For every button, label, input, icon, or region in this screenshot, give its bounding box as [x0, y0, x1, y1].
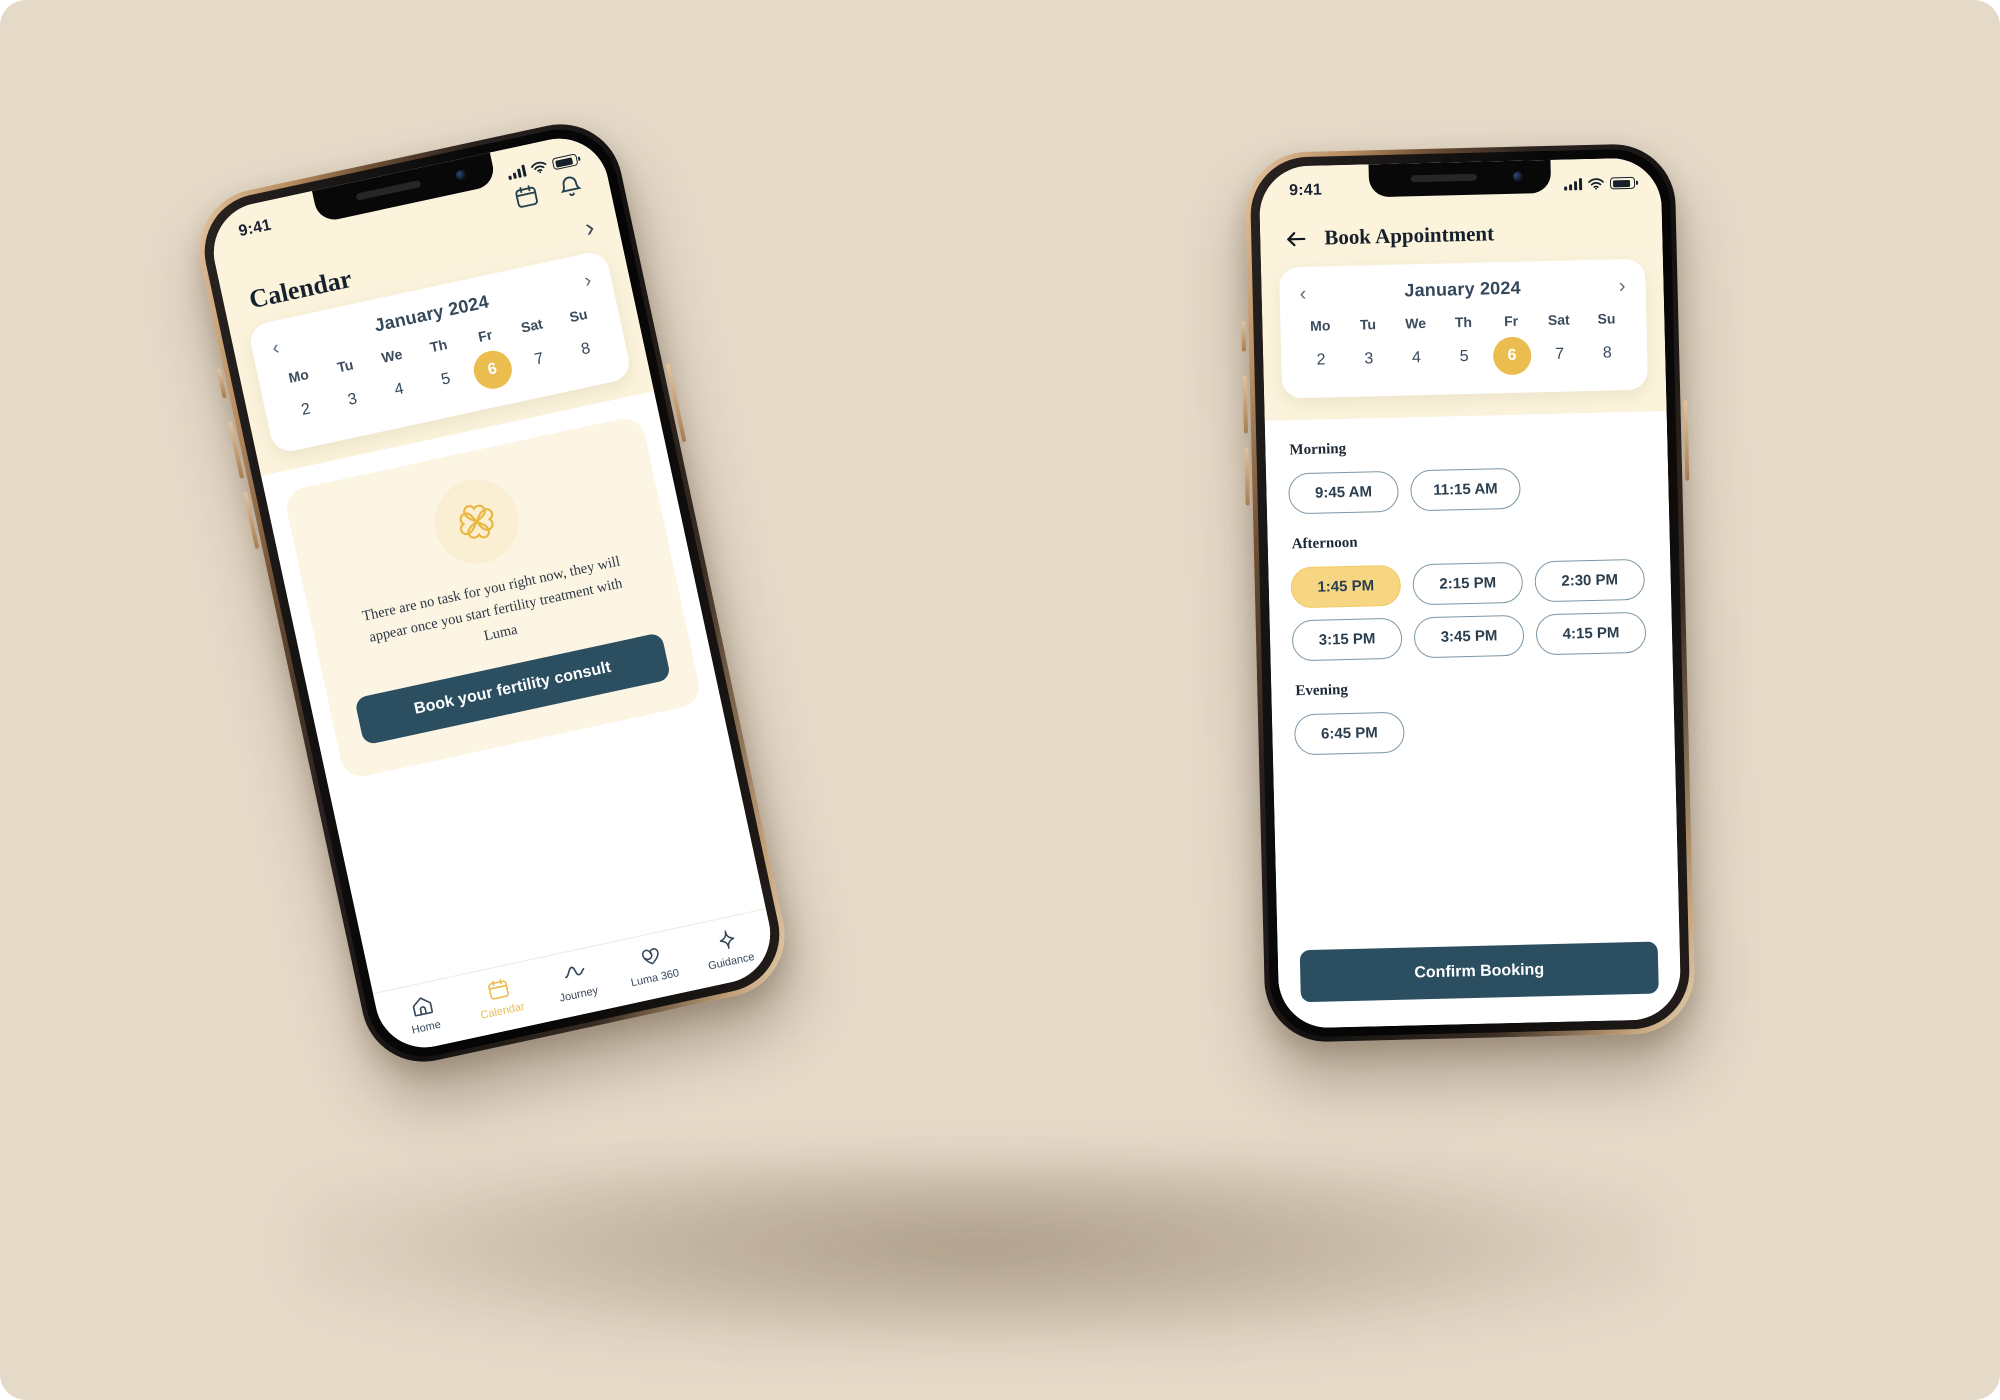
time-slot[interactable]: 2:15 PM: [1412, 561, 1524, 606]
chevron-left-icon[interactable]: ‹: [270, 336, 281, 359]
time-slot[interactable]: 6:45 PM: [1293, 711, 1405, 756]
time-slot-selected[interactable]: 1:45 PM: [1290, 564, 1402, 609]
phone-calendar-screen: 9:41 Calendar › ‹ January 2024 › Mo Tu W…: [187, 112, 797, 1074]
calendar-month-label: January 2024: [1404, 277, 1522, 301]
booking-header-area: 9:41 Book Appointment ‹ January 2024 › M…: [1258, 157, 1667, 421]
date-pill[interactable]: 5: [423, 357, 468, 402]
wifi-icon: [1588, 178, 1604, 190]
phone-bezel: 9:41: [1249, 148, 1691, 1038]
time-slot[interactable]: 3:15 PM: [1291, 617, 1403, 662]
date-pill[interactable]: 5: [1445, 338, 1484, 377]
date-cell[interactable]: 7: [1535, 335, 1584, 374]
date-pill[interactable]: 2: [1302, 341, 1341, 380]
chevron-right-icon[interactable]: ›: [582, 269, 593, 292]
time-slot[interactable]: 3:45 PM: [1413, 614, 1525, 659]
calendar-icon: [484, 976, 511, 1003]
weekday-label: Su: [1597, 310, 1616, 327]
tab-label: Calendar: [479, 1000, 526, 1022]
phone-bezel: 9:41: [193, 118, 791, 1068]
heart-loop-icon: [637, 943, 664, 970]
cellular-bars-icon: [1564, 178, 1583, 191]
weekday-label: Sat: [1547, 311, 1570, 329]
weekday-label: Th: [1454, 313, 1473, 331]
empty-state-card: There are no task for you right now, the…: [282, 414, 704, 781]
time-slot[interactable]: 9:45 AM: [1288, 470, 1399, 515]
date-pill[interactable]: 2: [283, 388, 328, 433]
calendar-strip-card-right: ‹ January 2024 › Mo Tu We Th Fr Sat Su 2345678: [1278, 258, 1649, 399]
date-pill[interactable]: 3: [1349, 340, 1388, 379]
tab-guidance[interactable]: Guidance: [686, 920, 771, 976]
time-slot[interactable]: 2:30 PM: [1534, 558, 1646, 603]
mute-switch[interactable]: [216, 368, 227, 399]
date-pill[interactable]: 7: [1540, 335, 1579, 374]
date-cell[interactable]: 3: [1345, 340, 1394, 379]
tab-luma-360[interactable]: Luma 360: [610, 937, 695, 993]
chevron-left-icon[interactable]: ‹: [1299, 282, 1306, 304]
section-evening: Evening 6:45 PM: [1293, 675, 1653, 756]
date-cell[interactable]: 2: [1297, 341, 1346, 380]
date-pill[interactable]: 4: [1397, 339, 1436, 378]
sparkle-icon: [713, 926, 740, 953]
volume-up-button[interactable]: [1242, 375, 1249, 434]
journey-wave-icon: [560, 959, 587, 986]
arrow-left-icon[interactable]: [1284, 226, 1309, 251]
home-icon: [408, 992, 435, 1019]
power-button[interactable]: [1683, 400, 1690, 481]
date-pill[interactable]: 8: [1588, 334, 1627, 373]
time-slot[interactable]: 11:15 AM: [1409, 467, 1521, 512]
status-time: 9:41: [237, 216, 273, 241]
tab-label: Journey: [558, 984, 600, 1005]
page-title: Book Appointment: [1323, 221, 1495, 250]
date-pill[interactable]: 8: [563, 327, 608, 372]
tab-label: Luma 360: [629, 967, 681, 990]
tab-home[interactable]: Home: [381, 986, 466, 1042]
date-cell[interactable]: 8: [1583, 334, 1632, 373]
wifi-icon: [531, 161, 547, 174]
screen-right: 9:41 Book Appointment ‹ January 2024 › M…: [1258, 157, 1682, 1029]
section-label: Afternoon: [1291, 534, 1358, 553]
mute-switch[interactable]: [1241, 321, 1247, 352]
slot-grid: 1:45 PM 2:15 PM 2:30 PM 3:15 PM 3:45 PM 4:15 …: [1290, 558, 1650, 662]
phone-booking-screen: 9:41 Book Appointment ‹ January 2024 › M…: [1241, 142, 1696, 1044]
date-cell[interactable]: 6: [1488, 336, 1537, 376]
date-cell[interactable]: 5: [1440, 337, 1489, 376]
date-cell[interactable]: 4: [1392, 339, 1441, 378]
weekday-label: Mo: [1309, 317, 1331, 334]
battery-icon: [551, 153, 579, 171]
date-pill[interactable]: 3: [330, 378, 375, 423]
confirm-booking-button[interactable]: Confirm Booking: [1299, 941, 1659, 1003]
time-slot-sections: Morning 9:45 AM 11:15 AM Afternoon 1:45 PM 2:…: [1264, 411, 1680, 947]
battery-icon: [1609, 176, 1636, 190]
tab-label: Home: [410, 1018, 442, 1037]
screen-left: 9:41 Calendar › ‹ January 2024 › Mo Tu W…: [204, 129, 780, 1057]
status-time: 9:41: [1288, 181, 1323, 200]
section-label: Evening: [1295, 682, 1349, 700]
weekday-label: We: [1405, 314, 1427, 332]
volume-down-button[interactable]: [1244, 447, 1250, 506]
device-ground-shadow: [300, 1160, 1660, 1350]
cellular-bars-icon: [507, 164, 527, 181]
date-pill[interactable]: 4: [377, 367, 422, 412]
chevron-right-icon[interactable]: ›: [582, 212, 597, 243]
date-row: 2345678: [1297, 334, 1632, 380]
slot-grid: 9:45 AM 11:15 AM: [1288, 465, 1647, 515]
weekday-label: Fr: [1503, 312, 1519, 330]
empty-state-area: There are no task for you right now, the…: [261, 391, 766, 994]
four-leaf-clover-icon: [426, 471, 527, 572]
page-canvas: 9:41 Calendar › ‹ January 2024 › Mo Tu W…: [0, 0, 2000, 1400]
tab-journey[interactable]: Journey: [534, 953, 619, 1009]
chevron-right-icon[interactable]: ›: [1619, 275, 1626, 297]
section-morning: Morning 9:45 AM 11:15 AM: [1287, 434, 1647, 515]
tab-label: Guidance: [707, 950, 756, 973]
time-slot[interactable]: 4:15 PM: [1535, 611, 1647, 656]
tab-calendar[interactable]: Calendar: [457, 970, 542, 1026]
section-afternoon: Afternoon 1:45 PM 2:15 PM 2:30 PM 3:15 PM 3:4…: [1290, 528, 1651, 662]
section-label: Morning: [1289, 440, 1347, 459]
date-pill[interactable]: 7: [517, 337, 562, 382]
slot-grid: 6:45 PM: [1293, 706, 1653, 756]
date-pill-selected[interactable]: 6: [1492, 336, 1532, 376]
weekday-label: Tu: [1359, 316, 1377, 333]
date-pill-selected[interactable]: 6: [469, 347, 516, 393]
